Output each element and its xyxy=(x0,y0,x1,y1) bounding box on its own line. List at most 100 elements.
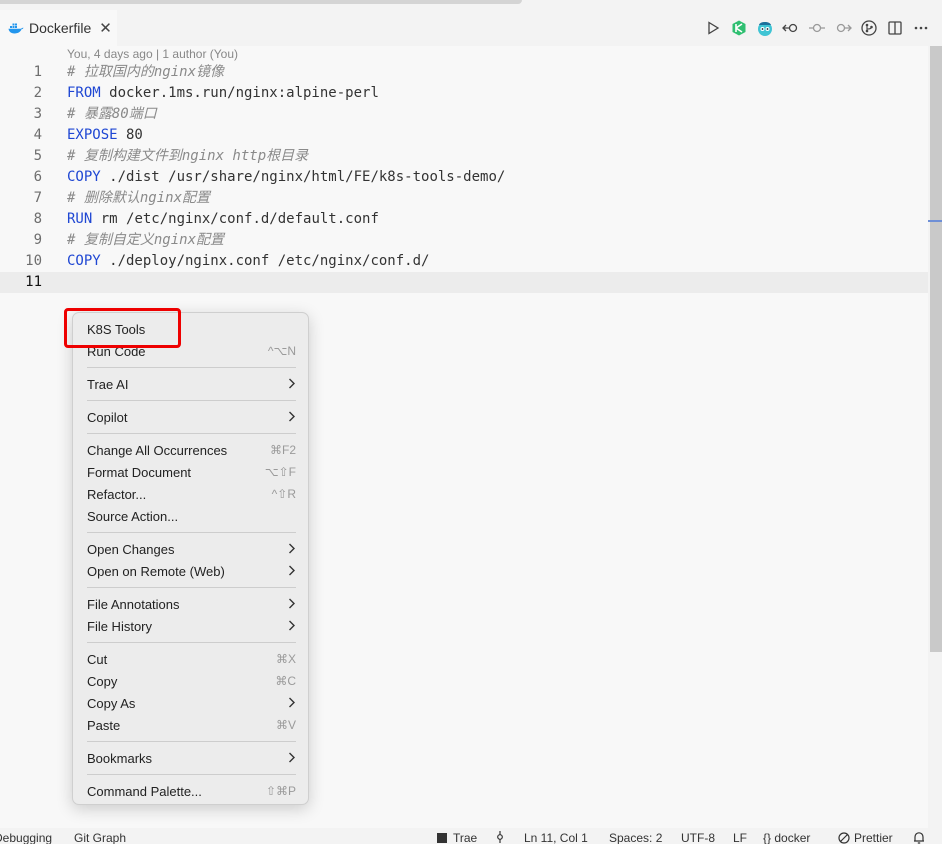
source-control-icon[interactable] xyxy=(860,19,878,37)
code-line[interactable]: 9 # 复制自定义nginx配置 xyxy=(0,230,928,251)
code-line[interactable]: 7 # 删除默认nginx配置 xyxy=(0,188,928,209)
keyword-token: COPY xyxy=(67,169,101,185)
status-encoding[interactable]: UTF-8 xyxy=(681,831,715,844)
menu-item-label: Open Changes xyxy=(87,541,175,557)
menu-item-label: Command Palette... xyxy=(87,783,202,799)
menu-item-label: Bookmarks xyxy=(87,750,153,766)
menu-item-trae-ai[interactable]: Trae AI xyxy=(73,373,310,395)
menu-item-shortcut: ⌘F2 xyxy=(269,443,296,457)
menu-item-command-palette[interactable]: Command Palette... ⇧⌘P xyxy=(73,780,310,802)
text-token: 80 xyxy=(117,127,143,143)
menu-item-file-history[interactable]: File History xyxy=(73,615,310,637)
scrollbar-cursor-marker xyxy=(928,220,942,222)
line-number: 3 xyxy=(33,106,42,122)
line-number: 1 xyxy=(33,64,42,80)
k8s-icon[interactable] xyxy=(730,19,748,37)
chevron-right-icon xyxy=(288,377,296,392)
menu-item-label: Source Action... xyxy=(87,508,179,524)
code-line[interactable]: 2 FROM docker.1ms.run/nginx:alpine-perl xyxy=(0,83,928,104)
menu-item-label: Format Document xyxy=(87,464,192,480)
keyword-token: COPY xyxy=(67,253,101,269)
keyword-token: EXPOSE xyxy=(67,127,118,143)
go-back-icon[interactable] xyxy=(782,19,800,37)
status-debugging[interactable]: Debugging xyxy=(0,831,52,844)
menu-item-label: Copilot xyxy=(87,409,128,425)
git-blame-annotation[interactable]: You, 4 days ago | 1 author (You) xyxy=(67,47,238,61)
menu-item-shortcut: ^⌥N xyxy=(267,344,296,358)
comment-token: # 复制构建文件到nginx http根目录 xyxy=(67,148,309,164)
code-text: EXPOSE 80 xyxy=(67,125,143,146)
copilot-icon[interactable] xyxy=(756,19,774,37)
status-cursor-position[interactable]: Ln 11, Col 1 xyxy=(524,831,588,844)
status-trae-label: Trae xyxy=(453,831,478,844)
menu-item-change-all-occurrences[interactable]: Change All Occurrences ⌘F2 xyxy=(73,439,310,461)
menu-separator xyxy=(87,433,296,434)
menu-item-label: Paste xyxy=(87,717,121,733)
line-number: 2 xyxy=(33,85,42,101)
menu-item-copilot[interactable]: Copilot xyxy=(73,406,310,428)
code-line[interactable]: 1 # 拉取国内的nginx镜像 xyxy=(0,62,928,83)
more-actions-icon[interactable] xyxy=(912,19,930,37)
status-indentation[interactable]: Spaces: 2 xyxy=(609,831,662,844)
code-text: FROM docker.1ms.run/nginx:alpine-perl xyxy=(67,83,379,104)
menu-separator xyxy=(87,367,296,368)
menu-item-copy[interactable]: Copy ⌘C xyxy=(73,670,310,692)
run-icon[interactable] xyxy=(704,19,722,37)
scrollbar-thumb[interactable] xyxy=(930,46,942,652)
menu-item-label: Copy As xyxy=(87,695,136,711)
split-editor-icon[interactable] xyxy=(886,19,904,37)
menu-item-paste[interactable]: Paste ⌘V xyxy=(73,714,310,736)
code-line[interactable]: 5 # 复制构建文件到nginx http根目录 xyxy=(0,146,928,167)
menu-item-format-document[interactable]: Format Document ⌥⇧F xyxy=(73,461,310,483)
commit-icon[interactable] xyxy=(495,831,505,844)
tab-label: Dockerfile xyxy=(29,20,92,36)
menu-item-cut[interactable]: Cut ⌘X xyxy=(73,648,310,670)
menu-separator xyxy=(87,741,296,742)
editor-tab-bar: Dockerfile ✕ xyxy=(0,0,942,46)
menu-item-file-annotations[interactable]: File Annotations xyxy=(73,593,310,615)
docker-icon xyxy=(8,21,24,35)
status-bar: Debugging Git Graph Trae Ln 11, Col 1 Sp… xyxy=(0,828,942,844)
close-icon[interactable]: ✕ xyxy=(99,21,112,36)
menu-item-source-action[interactable]: Source Action... xyxy=(73,505,310,527)
timeline-dot-icon[interactable] xyxy=(808,19,826,37)
prohibited-icon xyxy=(838,832,850,844)
menu-item-refactor[interactable]: Refactor... ^⇧R xyxy=(73,483,310,505)
menu-item-label: Open on Remote (Web) xyxy=(87,563,225,579)
tab-dockerfile[interactable]: Dockerfile ✕ xyxy=(0,10,117,46)
chevron-right-icon xyxy=(288,410,296,425)
status-eol[interactable]: LF xyxy=(733,831,747,844)
code-line[interactable]: 4 EXPOSE 80 xyxy=(0,125,928,146)
menu-separator xyxy=(87,587,296,588)
menu-item-open-changes[interactable]: Open Changes xyxy=(73,538,310,560)
code-line[interactable]: 11 xyxy=(0,272,928,293)
go-forward-icon[interactable] xyxy=(834,19,852,37)
menu-item-shortcut: ⌘V xyxy=(275,718,296,732)
context-menu: K8S Tools Run Code ^⌥N Trae AI Copilot Change… xyxy=(72,312,309,805)
chevron-right-icon xyxy=(288,564,296,579)
vertical-scrollbar[interactable] xyxy=(928,46,942,828)
code-line[interactable]: 8 RUN rm /etc/nginx/conf.d/default.conf xyxy=(0,209,928,230)
menu-item-shortcut: ⌘C xyxy=(275,674,296,688)
code-line[interactable]: 10 COPY ./deploy/nginx.conf /etc/nginx/co… xyxy=(0,251,928,272)
code-text: # 拉取国内的nginx镜像 xyxy=(67,62,224,83)
menu-separator xyxy=(87,400,296,401)
chevron-right-icon xyxy=(288,597,296,612)
status-trae[interactable]: Trae xyxy=(437,831,477,844)
status-git-graph[interactable]: Git Graph xyxy=(74,831,126,844)
menu-separator xyxy=(87,642,296,643)
code-line[interactable]: 6 COPY ./dist /usr/share/nginx/html/FE/k8… xyxy=(0,167,928,188)
menu-item-label: Cut xyxy=(87,651,108,667)
chevron-right-icon xyxy=(288,619,296,634)
line-number: 11 xyxy=(25,274,42,290)
menu-item-label: Trae AI xyxy=(87,376,129,392)
status-prettier[interactable]: Prettier xyxy=(838,831,893,844)
line-number: 7 xyxy=(33,190,42,206)
status-language[interactable]: {} docker xyxy=(763,831,810,844)
code-line[interactable]: 3 # 暴露80端口 xyxy=(0,104,928,125)
bell-icon[interactable] xyxy=(913,831,925,844)
menu-item-open-on-remote-web[interactable]: Open on Remote (Web) xyxy=(73,560,310,582)
menu-item-shortcut: ⌘X xyxy=(275,652,296,666)
menu-item-copy-as[interactable]: Copy As xyxy=(73,692,310,714)
menu-item-bookmarks[interactable]: Bookmarks xyxy=(73,747,310,769)
